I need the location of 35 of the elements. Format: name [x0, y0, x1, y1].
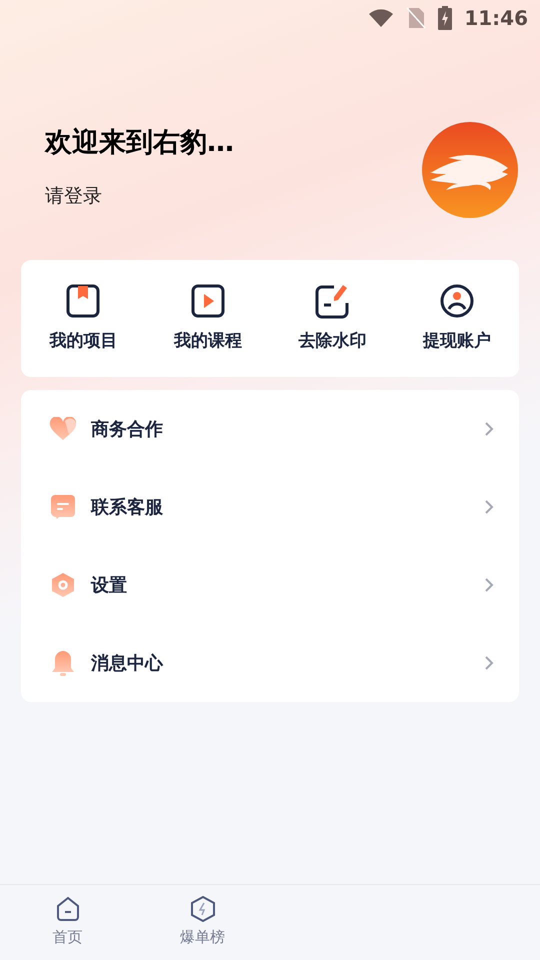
tab-button[interactable]: 首页	[0, 885, 135, 960]
tab-button[interactable]: 爆单榜	[135, 885, 270, 960]
bell-icon	[50, 649, 76, 677]
status-time: 11:46	[464, 5, 528, 32]
lightning-hexagon-icon	[190, 896, 216, 922]
home-icon	[54, 896, 80, 922]
user-circle-icon	[438, 282, 475, 319]
login-link[interactable]: 请登录	[45, 182, 234, 210]
chevron-right-icon	[484, 499, 494, 515]
menu-label: 消息中心	[91, 652, 163, 676]
chevron-right-icon	[484, 421, 494, 437]
welcome-title: 欢迎来到右豹…	[45, 126, 234, 160]
menu-item[interactable]: 设置	[21, 546, 519, 624]
shortcut-button[interactable]: 我的课程	[146, 282, 270, 354]
chevron-right-icon	[484, 577, 494, 593]
menu-item[interactable]: 联系客服	[21, 468, 519, 546]
chevron-right-icon	[484, 655, 494, 671]
menu-item[interactable]: 商务合作	[21, 390, 519, 468]
heart-icon	[48, 417, 76, 441]
menu-label: 联系客服	[91, 496, 163, 520]
shortcut-button[interactable]: 我的项目	[21, 282, 146, 354]
menu-label: 商务合作	[91, 418, 163, 442]
menu-label: 设置	[91, 574, 127, 598]
no-sim-icon	[406, 7, 426, 29]
menu-item[interactable]: 消息中心	[21, 624, 519, 702]
shortcut-button[interactable]: 去除水印	[270, 282, 394, 354]
avatar-logo[interactable]	[422, 122, 518, 218]
shortcut-button[interactable]: 提现账户	[394, 282, 519, 354]
battery-charging-icon	[438, 6, 452, 30]
play-square-icon	[190, 282, 226, 319]
hexagon-icon	[50, 572, 76, 598]
edit-square-icon	[314, 282, 350, 319]
chat-icon	[50, 494, 76, 520]
wifi-icon	[368, 8, 394, 28]
bookmark-square-icon	[65, 282, 102, 319]
